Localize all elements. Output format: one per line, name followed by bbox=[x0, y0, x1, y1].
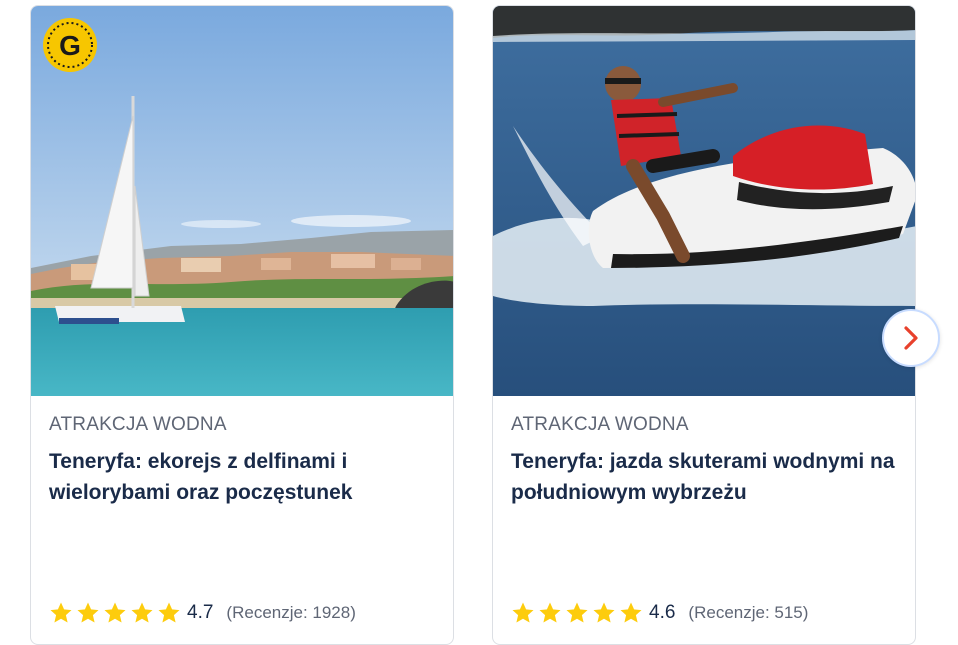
activity-card[interactable]: G ATRAKCJA WODNA Teneryfa: ekorejs z del… bbox=[30, 5, 454, 645]
star-icon bbox=[566, 602, 588, 623]
activity-category: ATRAKCJA WODNA bbox=[511, 414, 689, 435]
star-icon bbox=[539, 602, 561, 623]
activity-card[interactable]: ATRAKCJA WODNA Teneryfa: jazda skuterami… bbox=[492, 5, 916, 645]
star-icon bbox=[512, 602, 534, 623]
activity-rating: 4.7 (Recenzje: 1928) bbox=[49, 601, 356, 625]
activity-title[interactable]: Teneryfa: jazda skuterami wodnymi na poł… bbox=[511, 446, 897, 508]
activity-card-body: ATRAKCJA WODNA Teneryfa: ekorejs z delfi… bbox=[31, 396, 453, 623]
review-count: (Recenzje: 515) bbox=[688, 603, 809, 622]
badge-letter: G bbox=[59, 30, 81, 61]
star-icon bbox=[50, 602, 72, 623]
star-icon bbox=[158, 602, 180, 623]
star-icon bbox=[77, 602, 99, 623]
getyourguide-badge-icon: G bbox=[42, 17, 98, 73]
star-icon bbox=[593, 602, 615, 623]
star-rating bbox=[511, 601, 643, 625]
rating-score: 4.6 bbox=[649, 602, 676, 623]
activity-title[interactable]: Teneryfa: ekorejs z delfinami i wieloryb… bbox=[49, 446, 435, 508]
review-count: (Recenzje: 1928) bbox=[226, 603, 356, 622]
star-icon bbox=[104, 602, 126, 623]
activity-image-catamaran[interactable]: G bbox=[31, 6, 453, 396]
activity-image-jet-ski[interactable] bbox=[493, 6, 915, 396]
activity-category: ATRAKCJA WODNA bbox=[49, 414, 227, 435]
star-rating bbox=[49, 601, 181, 625]
activity-card-body: ATRAKCJA WODNA Teneryfa: jazda skuterami… bbox=[493, 396, 915, 623]
rating-score: 4.7 bbox=[187, 602, 214, 623]
activity-rating: 4.6 (Recenzje: 515) bbox=[511, 601, 808, 625]
star-icon bbox=[131, 602, 153, 623]
star-icon bbox=[620, 602, 642, 623]
chevron-right-icon bbox=[904, 326, 918, 350]
carousel-next-button[interactable] bbox=[882, 309, 940, 367]
